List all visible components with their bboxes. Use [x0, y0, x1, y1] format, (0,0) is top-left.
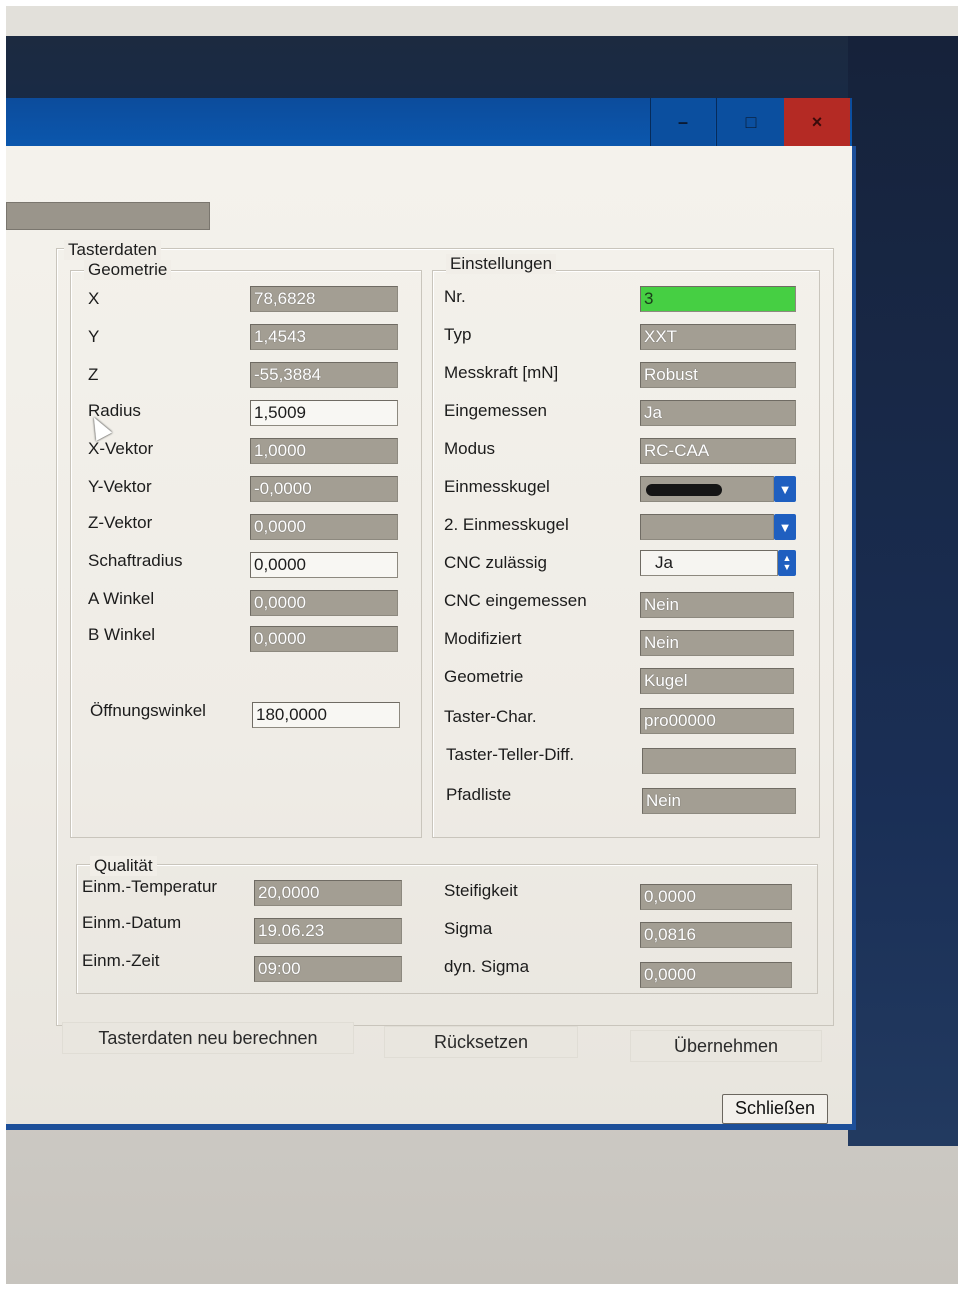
field-sigma: 0,0816 — [640, 922, 792, 948]
field-b-winkel: 0,0000 — [250, 626, 398, 652]
label-oeffnungswinkel: Öffnungswinkel — [90, 701, 206, 720]
label-geometrie: Geometrie — [444, 667, 524, 686]
label-nr: Nr. — [444, 287, 466, 306]
label-modus: Modus — [444, 439, 496, 458]
label-typ: Typ — [444, 325, 472, 344]
geometrie-legend: Geometrie — [84, 260, 172, 280]
label-einmesskugel: Einmesskugel — [444, 477, 550, 496]
field-pfadliste: Nein — [642, 788, 796, 814]
tasterdaten-legend: Tasterdaten — [64, 240, 161, 260]
label-b-winkel: B Winkel — [88, 625, 156, 644]
field-taster-teller-diff — [642, 748, 796, 774]
label-y: Y — [88, 327, 100, 346]
field-oeffnungswinkel[interactable]: 180,0000 — [252, 702, 400, 728]
label-y-vektor: Y-Vektor — [88, 477, 152, 496]
label-x: X — [88, 289, 100, 308]
label-z: Z — [88, 365, 99, 384]
field-einm-zeit: 09:00 — [254, 956, 402, 982]
label-dyn-sigma: dyn. Sigma — [444, 957, 530, 976]
label-taster-char: Taster-Char. — [444, 707, 537, 726]
label-cnc-eingemessen: CNC eingemessen — [444, 591, 587, 610]
maximize-button[interactable]: □ — [716, 98, 785, 146]
field-einm-datum: 19.06.23 — [254, 918, 402, 944]
close-window-button[interactable]: × — [784, 98, 850, 146]
label-pfadliste: Pfadliste — [446, 785, 512, 804]
label-einm-temperatur: Einm.-Temperatur — [82, 877, 218, 896]
field-y-vektor: -0,0000 — [250, 476, 398, 502]
desktop-background-right — [848, 36, 958, 1146]
field-nr[interactable]: 3 — [640, 286, 796, 312]
photo-frame: – □ × Tasterdaten Geometrie Einstellunge… — [6, 6, 958, 1284]
field-y: 1,4543 — [250, 324, 398, 350]
field-steifigkeit: 0,0000 — [640, 884, 792, 910]
label-cnc-zulaessig: CNC zulässig — [444, 553, 547, 572]
field-cnc-eingemessen: Nein — [640, 592, 794, 618]
header-field — [6, 202, 210, 230]
label-steifigkeit: Steifigkeit — [444, 881, 518, 900]
field-eingemessen: Ja — [640, 400, 796, 426]
apply-button[interactable]: Übernehmen — [630, 1030, 822, 1062]
label-modifiziert: Modifiziert — [444, 629, 522, 648]
reset-button[interactable]: Rücksetzen — [384, 1026, 578, 1058]
einstellungen-legend: Einstellungen — [446, 254, 557, 274]
label-taster-teller-diff: Taster-Teller-Diff. — [446, 745, 575, 764]
field-dyn-sigma: 0,0000 — [640, 962, 792, 988]
field-typ: XXT — [640, 324, 796, 350]
recalculate-button[interactable]: Tasterdaten neu berechnen — [62, 1022, 354, 1054]
label-einm-datum: Einm.-Datum — [82, 913, 182, 932]
label-2-einmesskugel: 2. Einmesskugel — [444, 515, 569, 534]
label-x-vektor: X-Vektor — [88, 439, 154, 458]
label-eingemessen: Eingemessen — [444, 401, 548, 420]
chevron-down-icon[interactable]: ▼ — [774, 514, 796, 540]
field-modifiziert: Nein — [640, 630, 794, 656]
chevron-down-icon[interactable]: ▼ — [774, 476, 796, 502]
label-messkraft: Messkraft [mN] — [444, 363, 559, 382]
redacted-value — [646, 484, 722, 496]
field-modus: RC-CAA — [640, 438, 796, 464]
label-einm-zeit: Einm.-Zeit — [82, 951, 160, 970]
field-a-winkel: 0,0000 — [250, 590, 398, 616]
field-z: -55,3884 — [250, 362, 398, 388]
field-z-vektor: 0,0000 — [250, 514, 398, 540]
field-x: 78,6828 — [250, 286, 398, 312]
minimize-button[interactable]: – — [650, 98, 715, 146]
field-x-vektor: 1,0000 — [250, 438, 398, 464]
field-schaftradius[interactable]: 0,0000 — [250, 552, 398, 578]
maximize-icon: □ — [745, 111, 757, 132]
field-radius[interactable]: 1,5009 — [250, 400, 398, 426]
select-2-einmesskugel[interactable] — [640, 514, 774, 540]
field-geometrie: Kugel — [640, 668, 794, 694]
close-button[interactable]: Schließen — [722, 1094, 828, 1124]
minimize-icon: – — [677, 111, 688, 132]
label-z-vektor: Z-Vektor — [88, 513, 153, 532]
spinner-arrows-icon[interactable]: ▲ ▼ — [778, 550, 796, 576]
label-sigma: Sigma — [444, 919, 493, 938]
label-a-winkel: A Winkel — [88, 589, 155, 608]
label-schaftradius: Schaftradius — [88, 551, 183, 570]
field-einm-temperatur: 20,0000 — [254, 880, 402, 906]
close-icon: × — [811, 111, 823, 132]
field-taster-char: pro00000 — [640, 708, 794, 734]
spinner-cnc-zulaessig[interactable]: Ja — [640, 550, 778, 576]
qualitaet-legend: Qualität — [90, 856, 157, 876]
probe-dialog: Tasterdaten Geometrie Einstellungen X 78… — [6, 146, 856, 1130]
field-messkraft: Robust — [640, 362, 796, 388]
